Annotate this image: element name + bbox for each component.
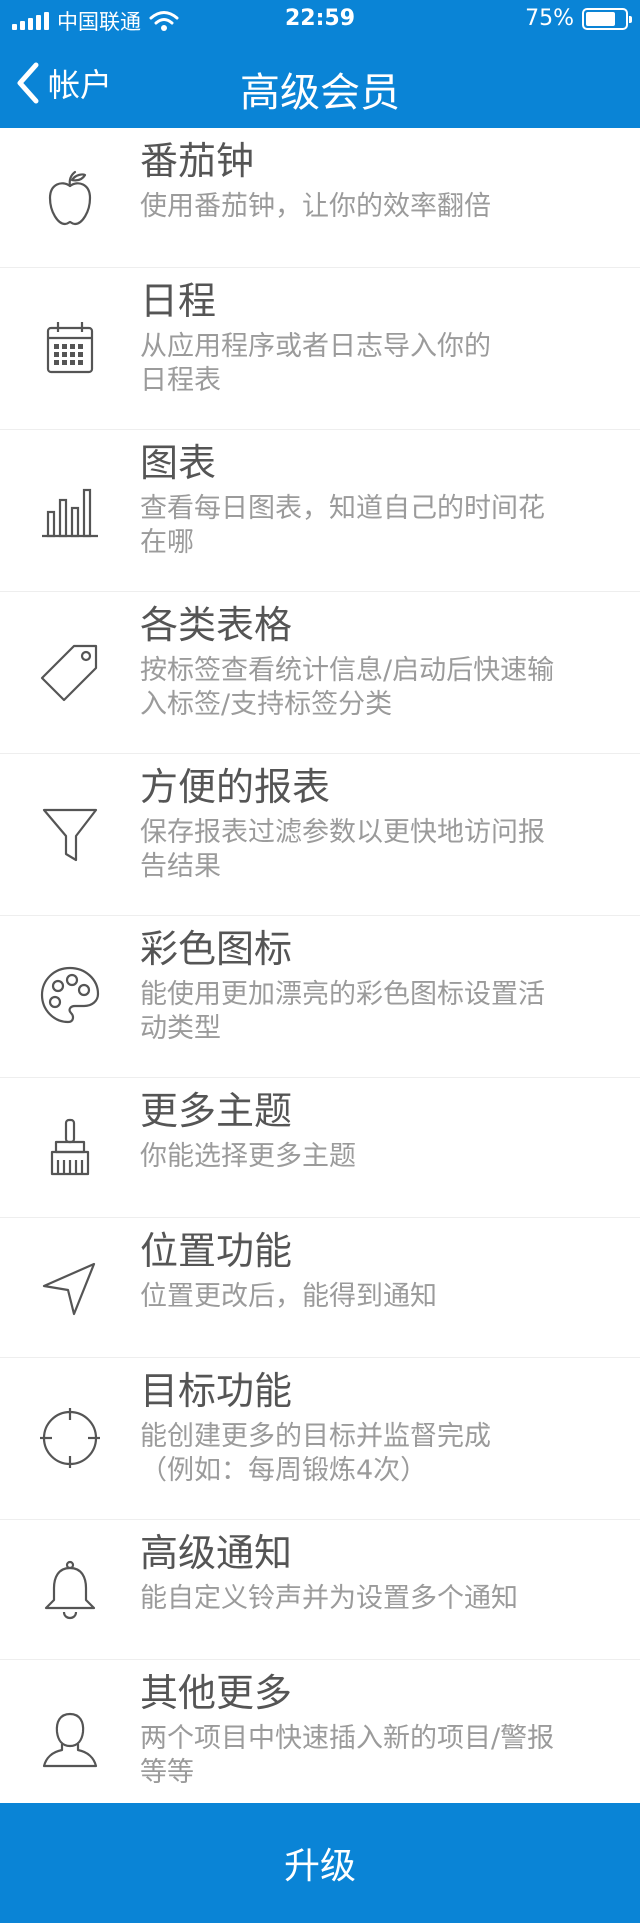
palette-icon xyxy=(38,964,102,1028)
bell-icon xyxy=(38,1558,102,1622)
back-label: 帐户 xyxy=(48,66,113,104)
calendar-icon xyxy=(38,316,102,380)
upgrade-button[interactable]: 升级 xyxy=(0,1803,640,1923)
feature-description: 两个项目中快速插入新的项目/警报 等等 xyxy=(140,1723,555,1788)
feature-description: 能创建更多的目标并监督完成 （例如：每周锻炼4次） xyxy=(140,1421,491,1486)
list-item: 更多主题 你能选择更多主题 xyxy=(0,1078,640,1218)
list-item: 位置功能 位置更改后，能得到通知 xyxy=(0,1218,640,1358)
feature-description: 能使用更加漂亮的彩色图标设置活 动类型 xyxy=(140,979,545,1044)
feature-description: 你能选择更多主题 xyxy=(140,1141,356,1172)
feature-description: 保存报表过滤参数以更快地访问报 告结果 xyxy=(140,817,545,882)
apple-icon xyxy=(38,166,102,230)
feature-description: 使用番茄钟，让你的效率翻倍 xyxy=(140,191,491,222)
feature-title: 图表 xyxy=(140,441,217,485)
feature-title: 各类表格 xyxy=(140,603,293,647)
filter-icon xyxy=(38,802,102,866)
navigation-bar: 帐户 高级会员 xyxy=(0,40,640,128)
target-icon xyxy=(38,1406,102,1470)
feature-title: 目标功能 xyxy=(140,1369,293,1413)
list-item: 方便的报表 保存报表过滤参数以更快地访问报 告结果 xyxy=(0,754,640,916)
feature-description: 查看每日图表，知道自己的时间花 在哪 xyxy=(140,493,545,558)
list-item: 高级通知 能自定义铃声并为设置多个通知 xyxy=(0,1520,640,1660)
person-icon xyxy=(38,1708,102,1772)
feature-title: 日程 xyxy=(140,279,217,323)
feature-title: 番茄钟 xyxy=(140,139,255,183)
feature-description: 按标签查看统计信息/启动后快速输 入标签/支持标签分类 xyxy=(140,655,555,720)
list-item: 各类表格 按标签查看统计信息/启动后快速输 入标签/支持标签分类 xyxy=(0,592,640,754)
chevron-left-icon xyxy=(17,62,39,104)
feature-title: 高级通知 xyxy=(140,1531,293,1575)
list-item: 日程 从应用程序或者日志导入你的 日程表 xyxy=(0,268,640,430)
feature-title: 其他更多 xyxy=(140,1671,293,1715)
list-item: 彩色图标 能使用更加漂亮的彩色图标设置活 动类型 xyxy=(0,916,640,1078)
battery-icon xyxy=(582,7,632,30)
feature-title: 彩色图标 xyxy=(140,927,293,971)
feature-list: 番茄钟 使用番茄钟，让你的效率翻倍 日程 从应用程序或者日志导入你的 日程表 图… xyxy=(0,128,640,1821)
status-bar: 中国联通 22:59 75% xyxy=(0,0,640,40)
list-item: 图表 查看每日图表，知道自己的时间花 在哪 xyxy=(0,430,640,592)
tag-icon xyxy=(38,640,102,704)
feature-description: 能自定义铃声并为设置多个通知 xyxy=(140,1583,518,1614)
brush-icon xyxy=(38,1116,102,1180)
list-item: 其他更多 两个项目中快速插入新的项目/警报 等等 xyxy=(0,1660,640,1821)
feature-title: 更多主题 xyxy=(140,1089,293,1133)
feature-description: 位置更改后，能得到通知 xyxy=(140,1281,437,1312)
feature-title: 位置功能 xyxy=(140,1229,293,1273)
list-item: 目标功能 能创建更多的目标并监督完成 （例如：每周锻炼4次） xyxy=(0,1358,640,1520)
list-item: 番茄钟 使用番茄钟，让你的效率翻倍 xyxy=(0,128,640,268)
back-button[interactable]: 帐户 xyxy=(14,60,112,106)
bar-chart-icon xyxy=(38,478,102,542)
feature-title: 方便的报表 xyxy=(140,765,331,809)
feature-description: 从应用程序或者日志导入你的 日程表 xyxy=(140,331,491,396)
battery-percent: 75% xyxy=(525,6,574,31)
location-arrow-icon xyxy=(38,1256,102,1320)
